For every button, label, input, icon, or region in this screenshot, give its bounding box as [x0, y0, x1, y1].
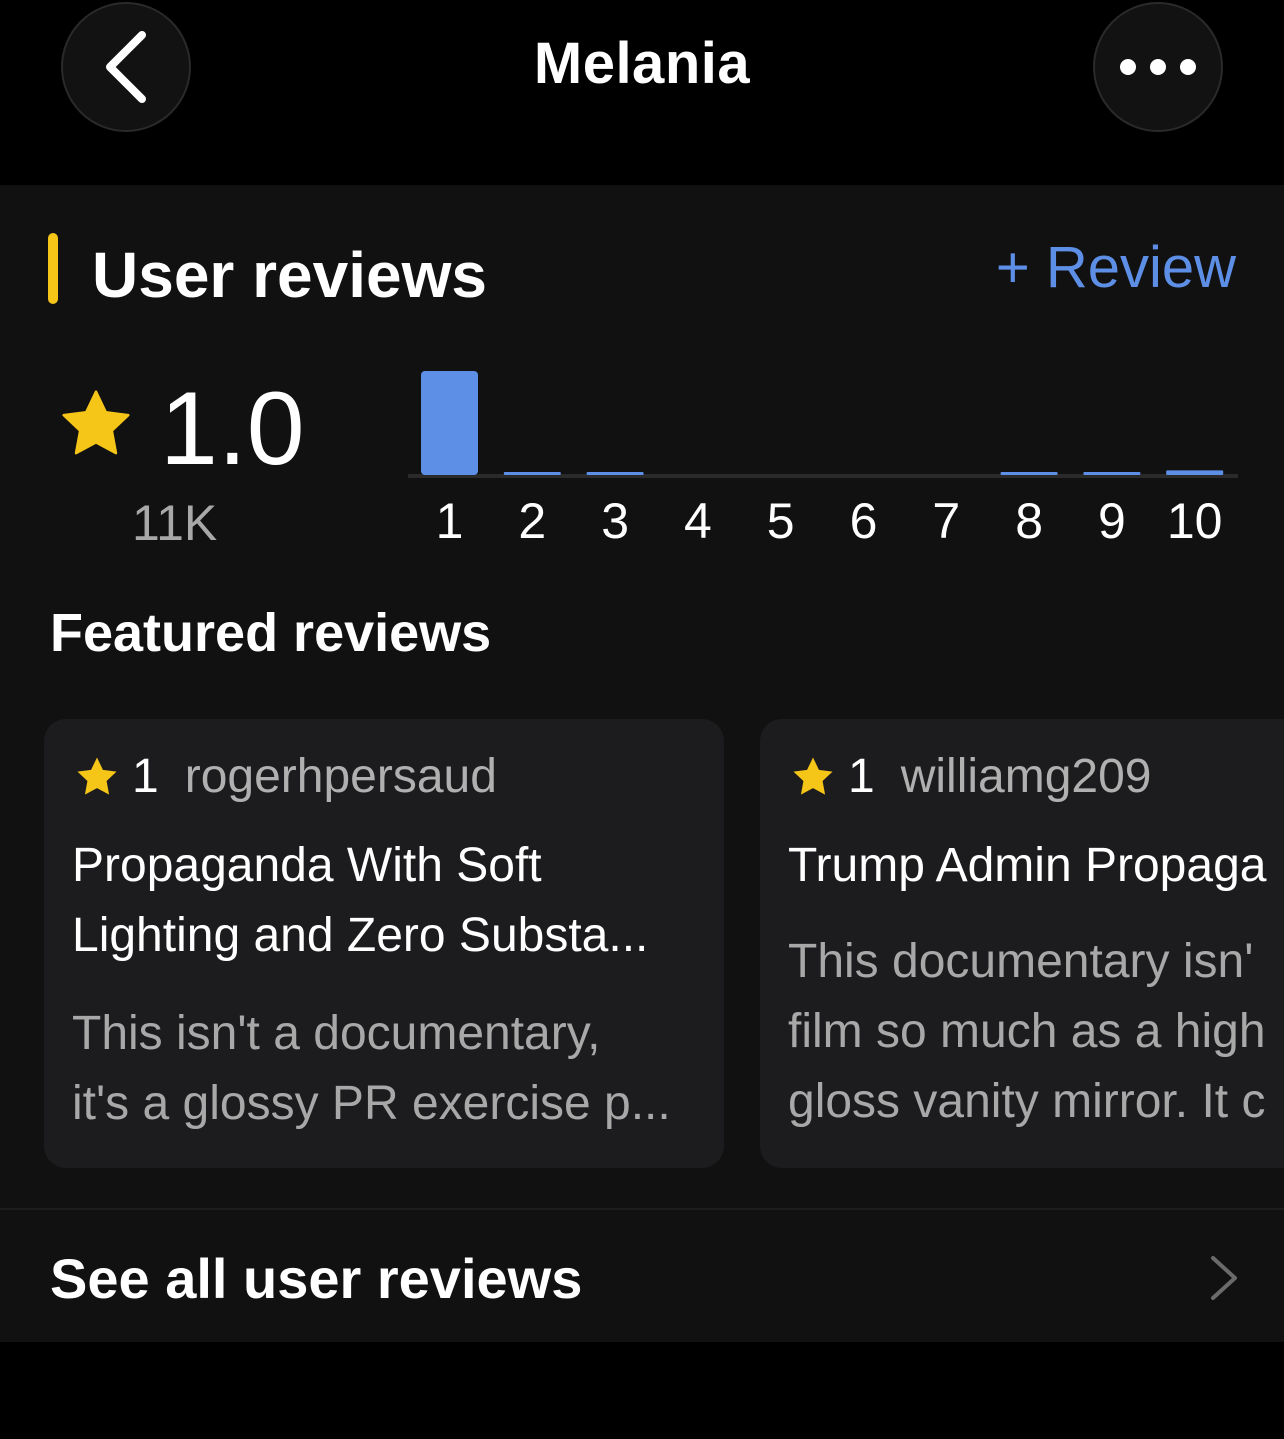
histogram-label-6: 6 [850, 493, 878, 549]
review-title: Trump Admin Propaga [788, 839, 1267, 892]
review-card-header: 1 williamg209 [790, 749, 1151, 804]
review-rating: 1 [848, 750, 875, 803]
review-card[interactable]: 1 rogerhpersaud Propaganda With Soft Lig… [44, 719, 724, 1168]
star-icon [793, 756, 833, 795]
featured-reviews-title: Featured reviews [50, 603, 492, 663]
histogram-bar-1 [421, 371, 478, 475]
review-rating: 1 [132, 750, 159, 803]
rating-histogram: 1 2 3 4 5 6 7 8 9 10 [408, 371, 1238, 549]
histogram-label-7: 7 [932, 493, 960, 549]
histogram-label-2: 2 [518, 493, 546, 549]
review-username: rogerhpersaud [184, 750, 497, 803]
histogram-label-3: 3 [601, 493, 629, 549]
review-card[interactable]: 1 williamg209 Trump Admin Propaga This d… [760, 719, 1284, 1168]
bottom-area [0, 1342, 1284, 1439]
review-title: Propaganda With Soft Lighting and Zero S… [72, 839, 649, 962]
top-bar: Melania [0, 0, 1284, 185]
average-rating: 1.0 [160, 371, 305, 487]
histogram-label-4: 4 [684, 493, 712, 549]
star-icon [77, 756, 117, 795]
rating-count: 11K [132, 495, 218, 551]
histogram-label-10: 10 [1167, 493, 1223, 549]
histogram-bar-2 [503, 472, 561, 475]
histogram-label-1: 1 [436, 493, 464, 549]
review-username: williamg209 [900, 750, 1152, 803]
page-title: Melania [533, 31, 751, 96]
add-review-button[interactable]: + Review [996, 234, 1236, 301]
histogram-label-8: 8 [1015, 493, 1043, 549]
histogram-label-5: 5 [767, 493, 795, 549]
more-horizontal-icon [1120, 59, 1196, 75]
section-accent-bar [48, 233, 58, 304]
review-card-header: 1 rogerhpersaud [74, 749, 497, 804]
review-body: This documentary isn' film so much as a … [788, 935, 1266, 1128]
histogram-label-9: 9 [1098, 493, 1126, 549]
histogram-bar-3 [586, 472, 644, 475]
star-icon [62, 390, 130, 455]
histogram-bar-10 [1166, 470, 1224, 475]
section-title: User reviews [92, 239, 487, 311]
see-all-reviews-row[interactable]: See all user reviews [0, 1210, 1284, 1342]
chevron-right-icon [1211, 1256, 1237, 1300]
histogram-bar-9 [1083, 472, 1141, 475]
more-options-button[interactable] [1093, 2, 1223, 132]
histogram-bar-8 [1000, 472, 1058, 475]
review-body: This isn't a documentary, it's a glossy … [72, 1007, 671, 1130]
see-all-reviews-label: See all user reviews [50, 1247, 583, 1310]
